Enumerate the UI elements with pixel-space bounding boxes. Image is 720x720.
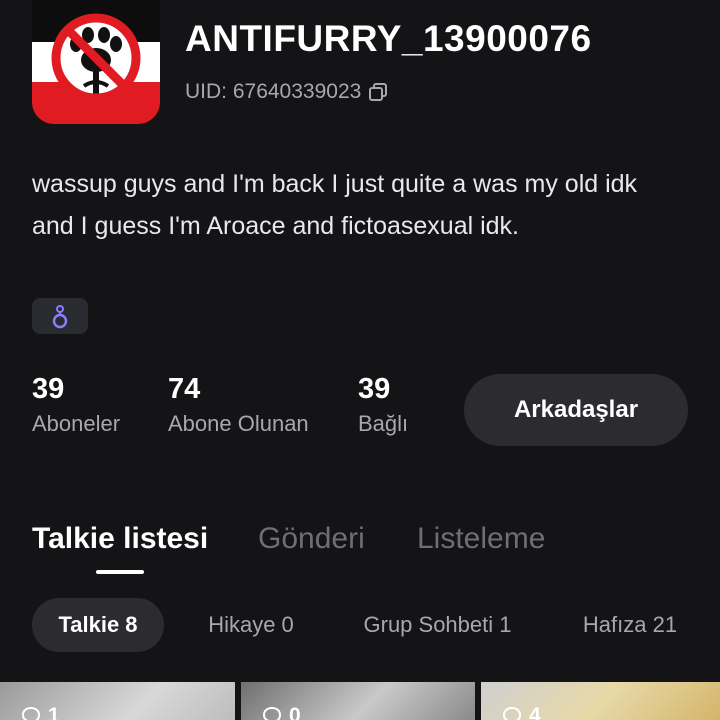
stat-aboneler[interactable]: 39 Aboneler [32,372,120,437]
stat-label: Abone Olunan [168,411,309,436]
profile-badge[interactable] [32,298,88,334]
chip-grup-sohbeti[interactable]: Grup Sohbeti 1 [345,598,530,652]
profile-bio: wassup guys and I'm back I just quite a … [32,170,638,240]
friends-button[interactable]: Arkadaşlar [464,374,688,446]
tab-talkie-listesi[interactable]: Talkie listesi [32,522,208,556]
tab-listeleme[interactable]: Listeleme [417,522,545,556]
chat-bubble-icon [502,706,522,720]
stat-value: 39 [358,373,391,405]
talkie-card[interactable]: 4 [481,682,720,720]
uid-row[interactable]: UID: 67640339023 [185,80,389,104]
chip-hafiza[interactable]: Hafıza 21 [565,598,695,652]
chat-bubble-icon [262,706,282,720]
profile-username: ANTIFURRY_13900076 [185,18,592,59]
card-count: 0 [261,704,301,720]
uid-text: UID: 67640339023 [185,80,362,103]
card-count: 4 [501,704,541,720]
stat-bagli[interactable]: 39 Bağlı [358,372,408,437]
stat-value: 74 [168,373,201,405]
stat-label: Bağlı [358,411,409,436]
chat-bubble-icon [21,706,41,720]
profile-avatar[interactable] [32,0,160,124]
talkie-card[interactable]: 1 [0,682,235,720]
chip-talkie[interactable]: Talkie 8 [32,598,164,652]
stat-label: Aboneler [32,411,121,436]
tab-gonderi[interactable]: Gönderi [258,522,365,556]
stat-value: 39 [32,373,65,405]
card-count-value: 4 [529,704,541,720]
active-tab-indicator [96,570,144,574]
card-count-value: 1 [48,704,60,720]
copy-icon[interactable] [367,81,389,103]
talkie-card[interactable]: 0 [241,682,475,720]
chip-hikaye[interactable]: Hikaye 0 [190,598,312,652]
ring-badge-icon [52,305,68,329]
card-count: 1 [20,704,60,720]
stat-abone-olunan[interactable]: 74 Abone Olunan [168,372,309,437]
card-count-value: 0 [289,704,301,720]
